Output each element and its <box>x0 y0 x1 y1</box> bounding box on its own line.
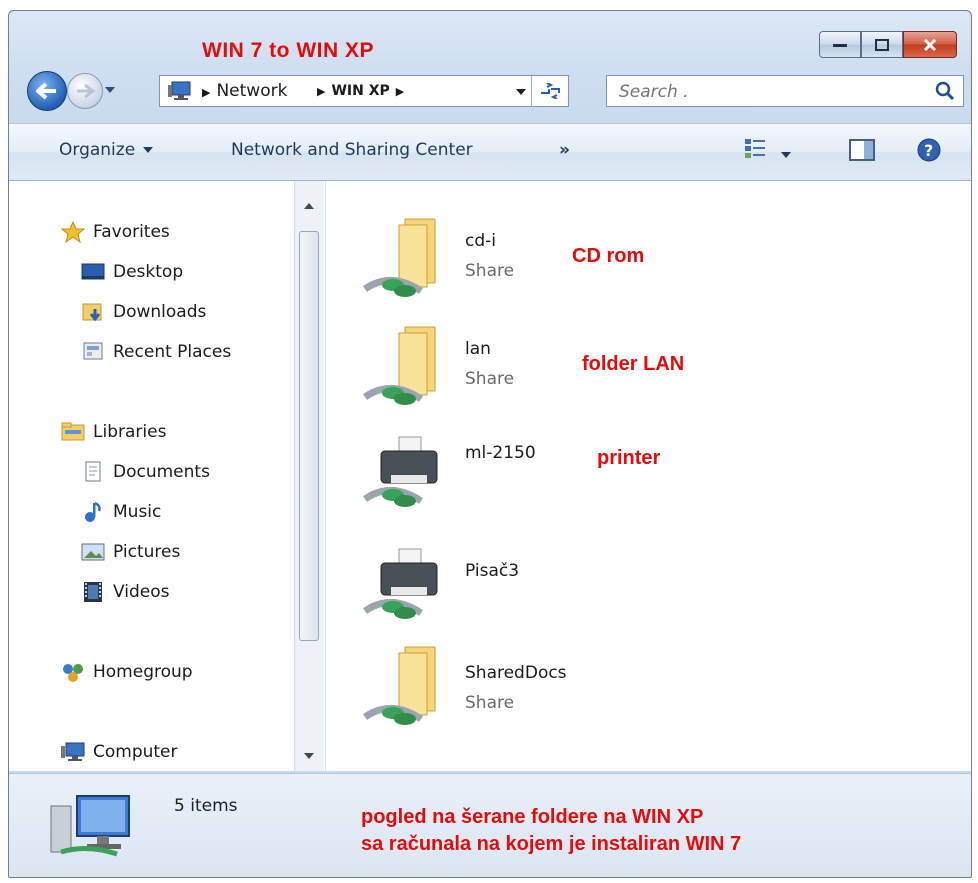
pictures-icon <box>81 541 105 563</box>
shared-printer-icon <box>361 431 441 531</box>
chevron-down-icon <box>781 152 792 158</box>
item-name: Pisač3 <box>465 561 520 581</box>
change-view-button[interactable] <box>744 138 792 165</box>
nav-music[interactable]: Music <box>81 499 161 525</box>
window-controls <box>819 31 957 58</box>
libraries-icon <box>61 421 85 443</box>
nav-recent-places[interactable]: Recent Places <box>81 339 231 365</box>
address-row: ▶ Network ▶ WIN XP ▶ <box>9 63 971 113</box>
scroll-up-arrow[interactable] <box>304 203 314 209</box>
breadcrumb-win-xp[interactable]: ▶ WIN XP ▶ <box>317 83 410 99</box>
item-name: ml-2150 <box>465 443 536 463</box>
annotation-label: CD rom <box>572 245 645 267</box>
item-name: SharedDocs <box>465 663 567 683</box>
preview-pane-icon <box>849 139 875 161</box>
nav-favorites[interactable]: Favorites <box>61 219 170 245</box>
arrow-left-icon <box>36 82 56 100</box>
list-item[interactable]: Pisač3 <box>361 543 921 643</box>
minimize-button[interactable] <box>819 31 861 58</box>
network-computer-icon <box>168 81 198 106</box>
navigation-scrollbar[interactable] <box>294 181 324 771</box>
item-name: cd-i <box>465 231 496 251</box>
search-icon[interactable] <box>935 81 955 105</box>
nav-libraries[interactable]: Libraries <box>61 419 166 445</box>
shared-folder-icon <box>361 211 441 311</box>
chevron-down-icon <box>143 147 154 153</box>
shared-folder-icon <box>361 319 441 419</box>
organize-button[interactable]: Organize <box>59 140 154 160</box>
breadcrumb-network[interactable]: ▶ Network <box>202 81 287 101</box>
file-list[interactable]: cd-i Share CD rom lan Share folder LAN m… <box>325 181 965 771</box>
network-sharing-center-button[interactable]: Network and Sharing Center <box>231 140 473 160</box>
help-button[interactable]: ? <box>917 138 941 167</box>
nav-downloads[interactable]: Downloads <box>81 299 206 325</box>
main-panes: Favorites Desktop Downloads Recent Place… <box>9 181 971 771</box>
list-item[interactable]: lan Share folder LAN <box>361 319 921 419</box>
nav-desktop[interactable]: Desktop <box>81 259 183 285</box>
nav-videos[interactable]: Videos <box>81 579 170 605</box>
search-input[interactable] <box>617 80 921 104</box>
refresh-button[interactable] <box>531 76 568 106</box>
address-bar[interactable]: ▶ Network ▶ WIN XP ▶ <box>159 75 569 107</box>
recent-pages-dropdown[interactable] <box>105 87 115 93</box>
downloads-icon <box>81 301 105 323</box>
item-type: Share <box>465 369 515 389</box>
close-icon <box>923 38 937 51</box>
list-item[interactable]: cd-i Share CD rom <box>361 211 921 311</box>
title-bar[interactable]: WIN 7 to WIN XP <box>9 11 971 63</box>
maximize-button[interactable] <box>861 31 903 58</box>
item-name: lan <box>465 339 491 359</box>
annotation-label: printer <box>597 447 661 469</box>
minimize-icon <box>833 43 847 47</box>
window-title: WIN 7 to WIN XP <box>202 39 374 62</box>
annotation-label: folder LAN <box>582 353 685 375</box>
scroll-down-arrow[interactable] <box>304 753 314 759</box>
network-computer-icon <box>47 792 137 862</box>
item-type: Share <box>465 693 515 713</box>
close-button[interactable] <box>903 31 957 58</box>
scroll-thumb[interactable] <box>299 231 319 641</box>
documents-icon <box>81 461 105 483</box>
address-dropdown-arrow[interactable] <box>516 89 526 95</box>
shared-printer-icon <box>361 543 441 643</box>
details-pane: 5 items pogled na šerane foldere na WIN … <box>9 773 971 877</box>
desktop-icon <box>81 261 105 283</box>
search-box[interactable] <box>606 75 964 107</box>
music-icon <box>81 501 105 523</box>
item-count: 5 items <box>174 796 238 816</box>
list-item[interactable]: SharedDocs Share <box>361 639 921 739</box>
item-type: Share <box>465 261 515 281</box>
homegroup-icon <box>61 661 85 683</box>
nav-computer[interactable]: Computer <box>61 739 178 765</box>
computer-icon <box>61 741 85 763</box>
list-item[interactable]: ml-2150 printer <box>361 431 921 531</box>
preview-pane-button[interactable] <box>849 139 875 166</box>
star-icon <box>61 221 85 243</box>
refresh-icon <box>541 83 560 99</box>
more-commands-button[interactable]: » <box>559 140 570 160</box>
maximize-icon <box>875 38 889 51</box>
command-bar: Organize Network and Sharing Center » ? <box>9 123 971 181</box>
help-icon: ? <box>917 138 941 162</box>
nav-documents[interactable]: Documents <box>81 459 210 485</box>
annotation-caption: pogled na šerane foldere na WIN XP sa ra… <box>361 806 742 855</box>
navigation-pane[interactable]: Favorites Desktop Downloads Recent Place… <box>9 181 294 771</box>
svg-text:?: ? <box>924 141 933 160</box>
arrow-right-icon <box>77 83 95 99</box>
recent-places-icon <box>81 341 105 363</box>
nav-homegroup[interactable]: Homegroup <box>61 659 193 685</box>
nav-pictures[interactable]: Pictures <box>81 539 180 565</box>
forward-button[interactable] <box>67 73 103 109</box>
videos-icon <box>81 581 105 603</box>
back-button[interactable] <box>27 71 67 111</box>
view-options-icon <box>745 139 765 158</box>
shared-folder-icon <box>361 639 441 739</box>
explorer-window: WIN 7 to WIN XP ▶ Network ▶ WIN XP ▶ Sea… <box>8 10 972 878</box>
